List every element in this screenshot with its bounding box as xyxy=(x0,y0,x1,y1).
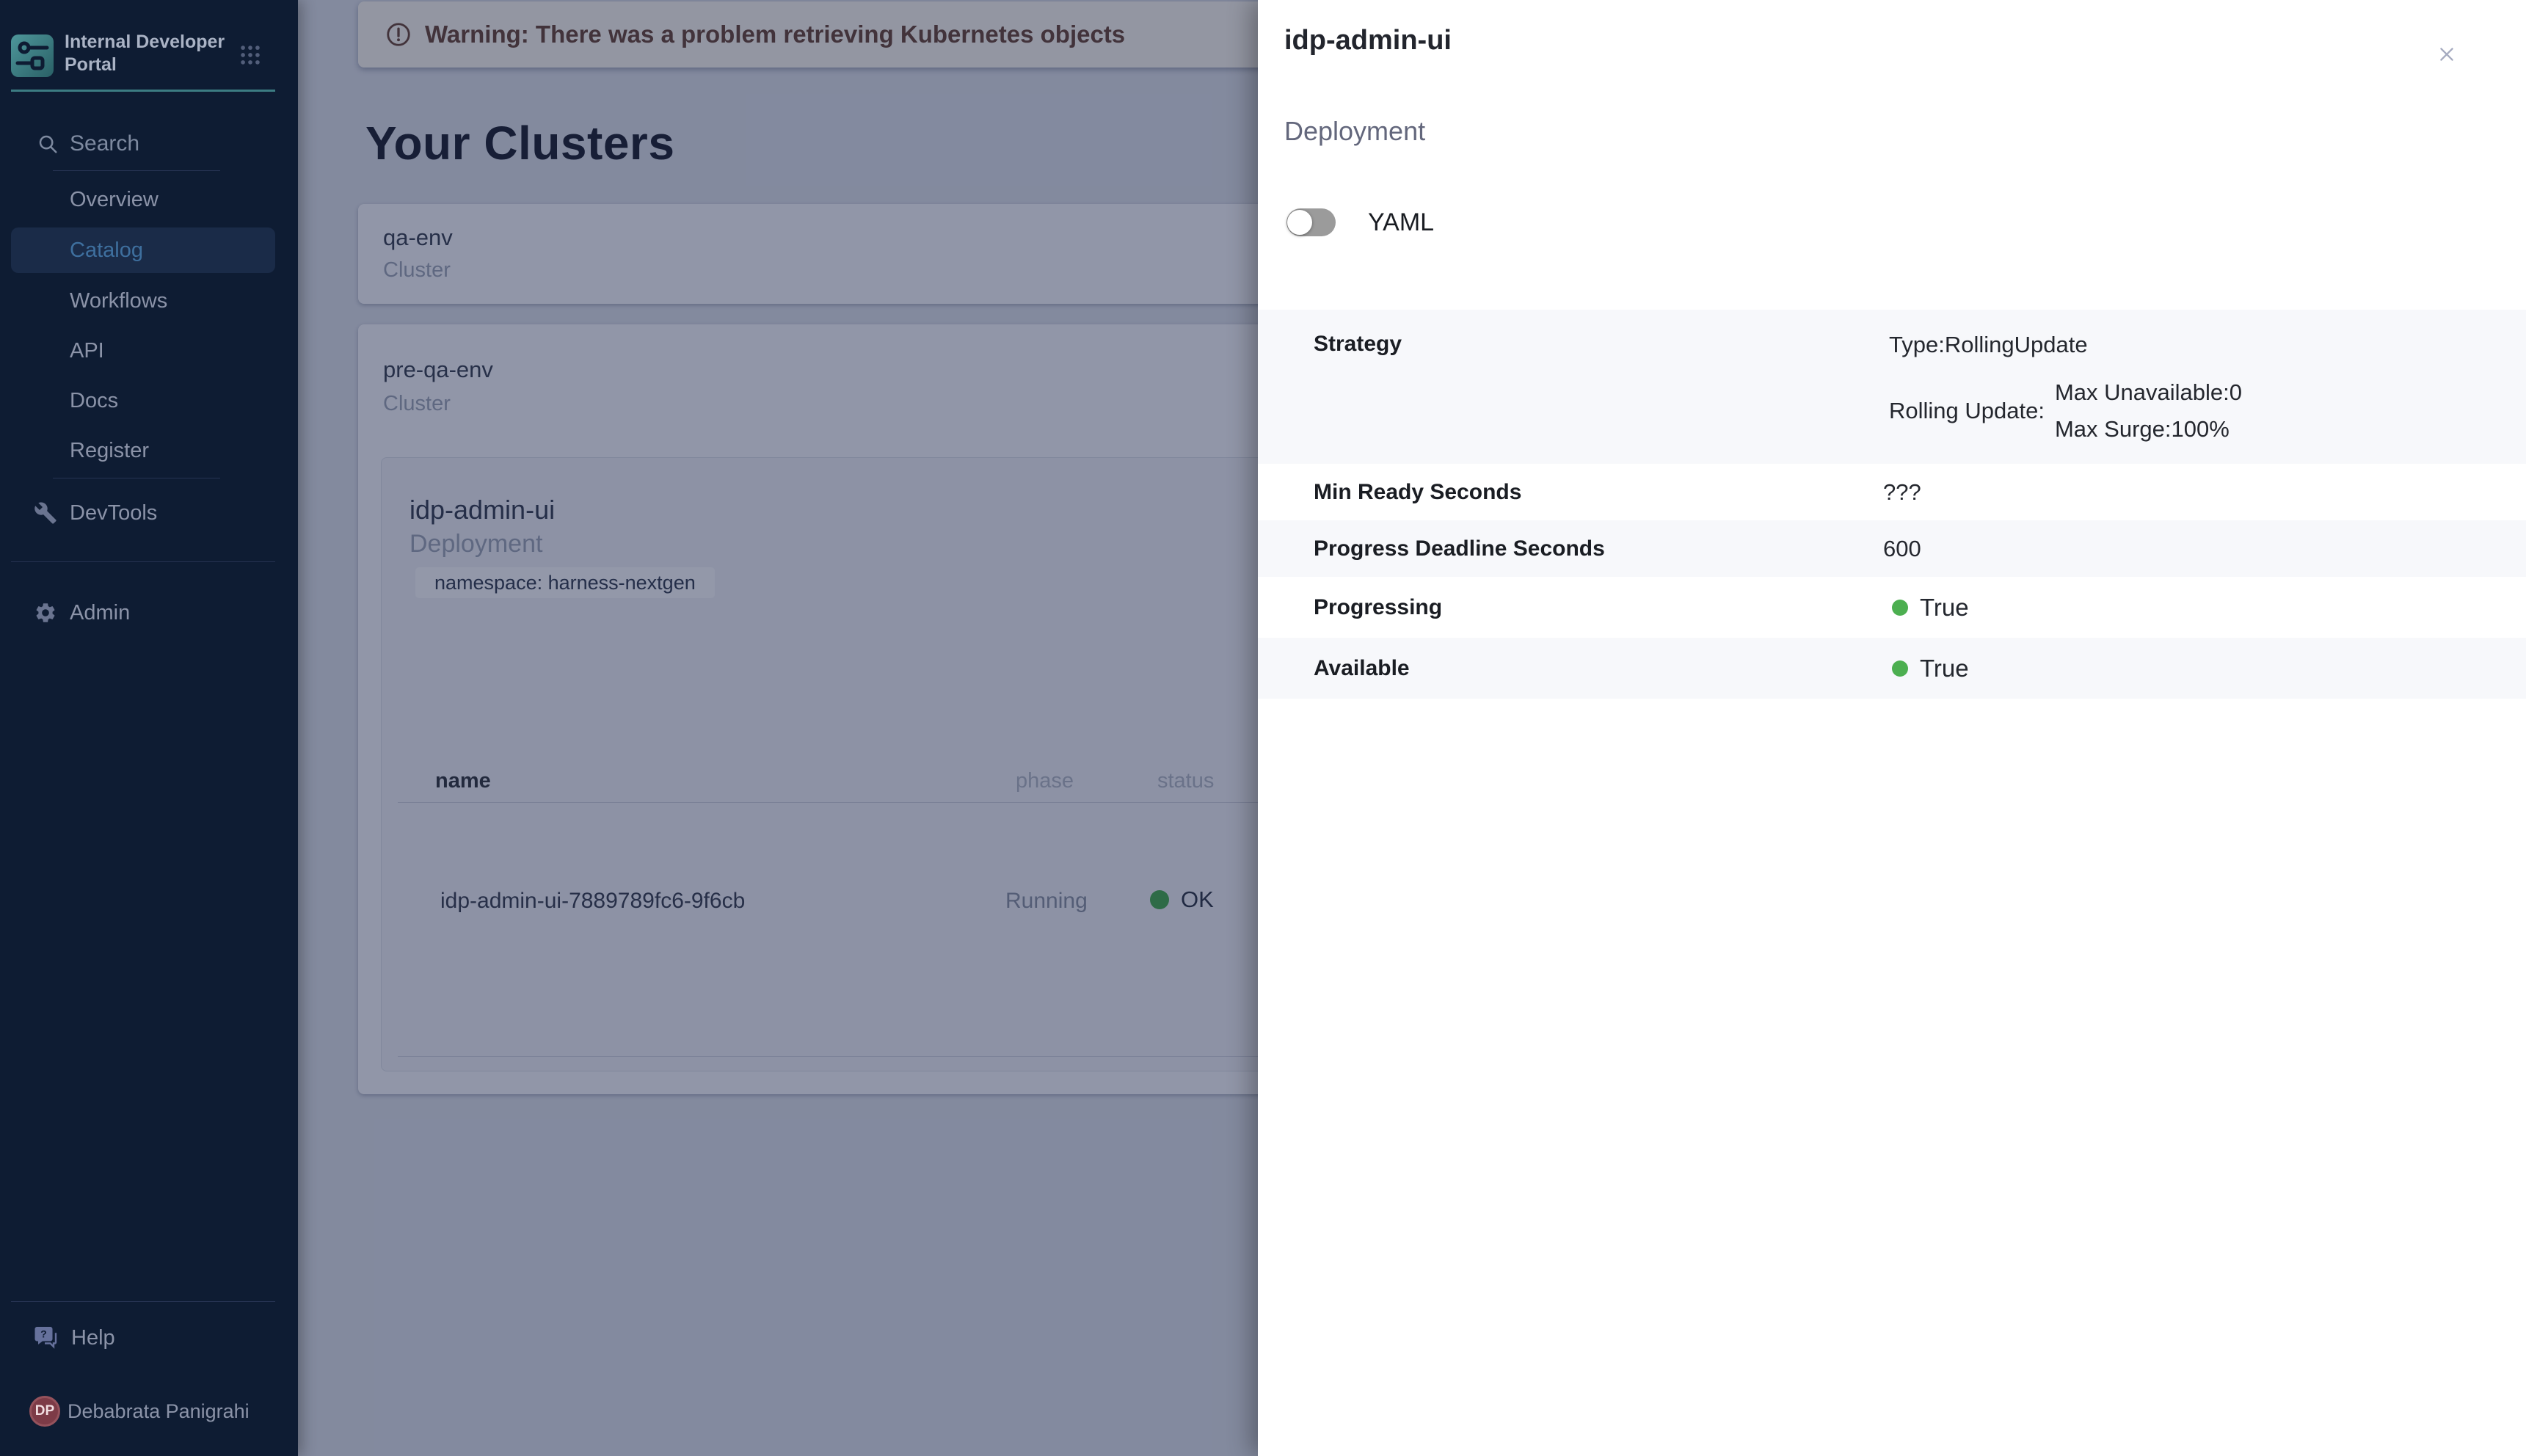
deployment-detail-table: Strategy Type:RollingUpdate Rolling Upda… xyxy=(1258,310,2526,699)
drawer-title: idp-admin-ui xyxy=(1284,25,1452,57)
row-value: True xyxy=(1880,594,1969,622)
sidebar-item-overview[interactable]: Overview xyxy=(0,177,298,222)
row-label: Available xyxy=(1314,656,1410,681)
deployment-drawer: idp-admin-ui Deployment YAML Strategy Ty… xyxy=(1258,0,2526,1456)
sidebar-divider xyxy=(11,1301,275,1302)
max-surge-value: Max Surge:100% xyxy=(2055,411,2242,448)
yaml-toggle[interactable]: YAML xyxy=(1286,207,1434,238)
rolling-update-label: Rolling Update: xyxy=(1889,398,2045,424)
row-progress-deadline-seconds: Progress Deadline Seconds 600 xyxy=(1258,520,2526,577)
sidebar-item-label: Overview xyxy=(70,188,159,212)
app-switcher-icon[interactable] xyxy=(238,43,263,68)
avatar[interactable]: DP xyxy=(29,1396,60,1427)
row-label: Progress Deadline Seconds xyxy=(1314,536,1605,561)
sidebar-item-workflows[interactable]: Workflows xyxy=(0,278,298,324)
sidebar-accent-divider xyxy=(11,90,275,92)
status-true-text: True xyxy=(1920,594,1969,622)
sidebar-divider xyxy=(11,561,275,562)
row-progressing: Progressing True xyxy=(1258,577,2526,638)
harness-idp-logo xyxy=(11,34,54,77)
sidebar-item-label: Admin xyxy=(70,601,130,625)
search-icon xyxy=(37,133,59,155)
status-true-text: True xyxy=(1920,655,1969,682)
toggle-track[interactable] xyxy=(1286,208,1336,236)
toggle-thumb[interactable] xyxy=(1287,210,1312,235)
close-icon xyxy=(2437,45,2456,64)
sidebar-item-admin[interactable]: Admin xyxy=(0,590,298,636)
status-true-dot xyxy=(1892,600,1908,616)
row-label: Strategy xyxy=(1314,332,1402,357)
sidebar: Internal Developer Portal Search Overvie… xyxy=(0,0,298,1456)
sidebar-divider xyxy=(53,170,220,171)
row-value: 600 xyxy=(1883,536,1921,562)
sidebar-item-api[interactable]: API xyxy=(0,328,298,374)
sidebar-item-label: Help xyxy=(71,1326,115,1350)
gear-icon xyxy=(34,601,57,625)
user-name[interactable]: Debabrata Panigrahi xyxy=(68,1400,250,1423)
sidebar-item-label: Search xyxy=(70,131,139,156)
sidebar-item-help[interactable]: ? Help xyxy=(0,1315,298,1361)
max-unavailable-value: Max Unavailable:0 xyxy=(2055,374,2242,411)
drawer-subtitle: Deployment xyxy=(1284,116,1425,147)
brand-title: Internal Developer Portal xyxy=(65,31,233,76)
rolling-update-group: Rolling Update: Max Unavailable:0 Max Su… xyxy=(1889,374,2242,448)
sidebar-item-label: Docs xyxy=(70,389,118,413)
row-label: Min Ready Seconds xyxy=(1314,480,1521,505)
wrench-icon xyxy=(34,501,57,525)
row-value: True xyxy=(1880,655,1969,682)
yaml-toggle-label: YAML xyxy=(1368,208,1434,237)
row-value: ??? xyxy=(1883,479,1921,506)
sidebar-item-register[interactable]: Register xyxy=(0,428,298,473)
app-screen: Warning: There was a problem retrieving … xyxy=(0,0,2526,1456)
sidebar-item-catalog[interactable]: Catalog xyxy=(11,228,275,273)
sidebar-item-docs[interactable]: Docs xyxy=(0,378,298,423)
sidebar-item-label: API xyxy=(70,339,104,363)
sidebar-item-search[interactable]: Search xyxy=(0,121,298,167)
row-strategy: Strategy Type:RollingUpdate Rolling Upda… xyxy=(1258,310,2526,464)
strategy-type-value: Type:RollingUpdate xyxy=(1889,332,2088,358)
help-chat-icon: ? xyxy=(34,1325,60,1351)
close-button[interactable] xyxy=(2429,37,2464,72)
avatar-initials: DP xyxy=(35,1403,54,1419)
sidebar-item-label: Catalog xyxy=(70,239,143,263)
sidebar-item-label: DevTools xyxy=(70,501,157,525)
row-available: Available True xyxy=(1258,638,2526,699)
sidebar-item-devtools[interactable]: DevTools xyxy=(0,490,298,536)
svg-text:?: ? xyxy=(40,1329,47,1341)
status-true-dot xyxy=(1892,660,1908,677)
sidebar-item-label: Register xyxy=(70,439,149,463)
sidebar-item-label: Workflows xyxy=(70,289,167,313)
row-label: Progressing xyxy=(1314,595,1442,620)
row-min-ready-seconds: Min Ready Seconds ??? xyxy=(1258,464,2526,520)
